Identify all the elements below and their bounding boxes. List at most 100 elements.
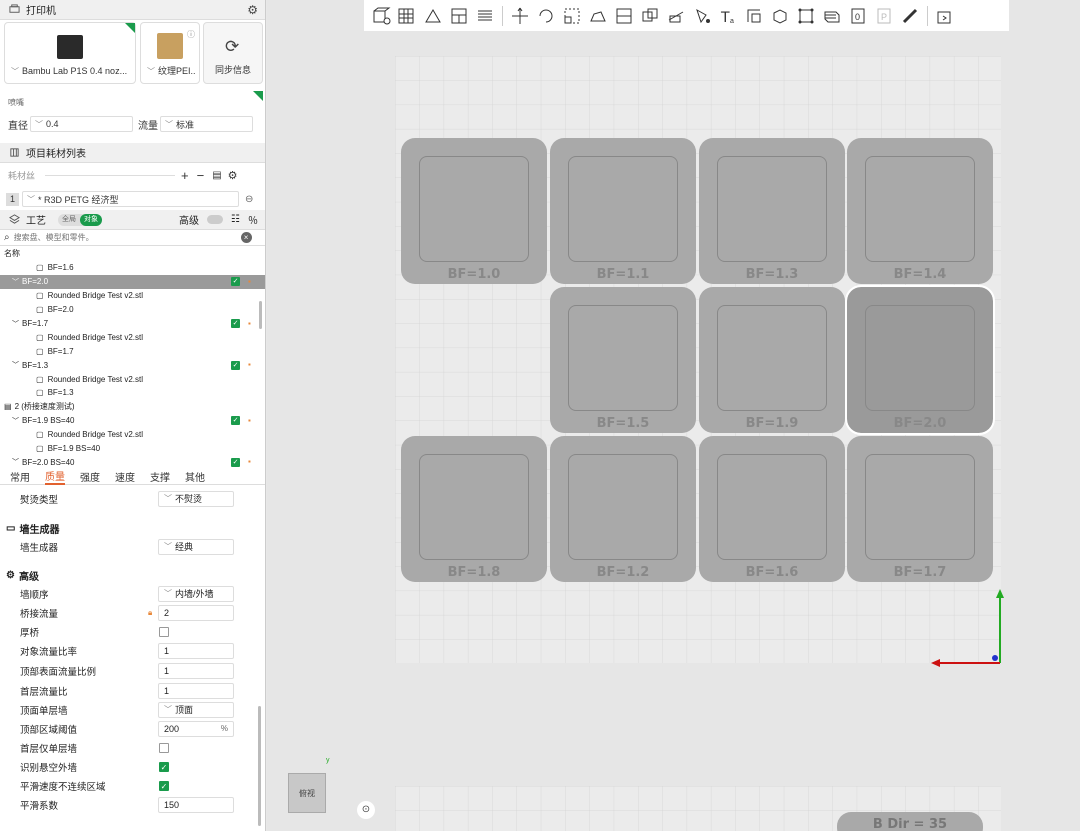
lock-icon[interactable]: ▪ xyxy=(248,458,256,466)
chevron-down-icon[interactable]: ﹀ xyxy=(12,457,19,467)
bridge-flow-input[interactable]: 2 xyxy=(158,604,234,621)
thick-bridge-checkbox[interactable] xyxy=(159,626,169,637)
add-cube-icon[interactable] xyxy=(370,5,392,27)
object-list-item[interactable]: ▢ Rounded Bridge Test v2.stl xyxy=(0,372,265,386)
plate-object[interactable]: BF=1.4 xyxy=(847,138,993,284)
printer-section-header[interactable]: 打印机 ⚙ xyxy=(0,0,265,20)
chevron-down-icon[interactable]: ﹀ xyxy=(12,360,19,370)
object-list-item[interactable]: ﹀ BF=1.3 ✓ ▪ xyxy=(0,358,265,372)
tab-5[interactable]: 其他 xyxy=(185,469,205,484)
filament-section-header[interactable]: 项目耗材列表 xyxy=(0,143,265,163)
add-filament-button[interactable]: + xyxy=(181,168,189,183)
filament-remove-icon[interactable]: ⊖ xyxy=(245,194,253,205)
list-icon[interactable]: ☷ xyxy=(231,214,240,225)
object-list-item[interactable]: ▢ Rounded Bridge Test v2.stl xyxy=(0,289,265,303)
visible-checkbox[interactable]: ✓ xyxy=(231,416,240,426)
boolean-icon[interactable] xyxy=(639,5,661,27)
plate-object[interactable]: BF=1.9 xyxy=(699,287,845,433)
filament-select[interactable]: ﹀ * R3D PETG 经济型 xyxy=(22,191,239,207)
lock-icon[interactable]: ▪ xyxy=(248,277,256,286)
advanced-switch[interactable] xyxy=(207,215,224,224)
paint-icon[interactable] xyxy=(691,5,713,27)
tab-0[interactable]: 常用 xyxy=(10,469,30,484)
cut-icon[interactable] xyxy=(665,5,687,27)
visible-checkbox[interactable]: ✓ xyxy=(231,277,240,287)
lay-on-face-icon[interactable] xyxy=(587,5,609,27)
smooth-coef-input[interactable]: 150 xyxy=(158,796,234,813)
plate-object[interactable]: BF=1.8 xyxy=(401,436,547,582)
ruler-icon[interactable] xyxy=(899,5,921,27)
view-cube-face[interactable]: 俯视 xyxy=(288,773,326,813)
plate-card[interactable]: ⓘ ﹀ 纹理PEI... xyxy=(140,22,200,84)
split-icon[interactable] xyxy=(613,5,635,27)
diameter-select[interactable]: ﹀ 0.4 xyxy=(30,116,133,132)
tab-1[interactable]: 质量 xyxy=(45,468,65,485)
object-list-item[interactable]: ﹀ BF=2.0 BS=40 ✓ ▪ xyxy=(0,455,265,468)
params-scrollbar[interactable] xyxy=(258,706,261,826)
fit-icon[interactable] xyxy=(795,5,817,27)
tab-3[interactable]: 速度 xyxy=(115,469,135,484)
clear-search-icon[interactable]: × xyxy=(240,232,252,243)
placeholder-icon[interactable]: P xyxy=(873,5,895,27)
top-surface-flow-input[interactable]: 1 xyxy=(158,662,234,679)
layers-icon[interactable] xyxy=(474,5,496,27)
plate-object[interactable]: BF=1.7 xyxy=(847,436,993,582)
lock-icon[interactable]: ▪ xyxy=(248,416,256,425)
top-one-wall-select[interactable]: ﹀ 顶面 xyxy=(158,701,234,718)
global-object-toggle[interactable]: 全局 对象 xyxy=(58,213,102,226)
assembly-icon[interactable] xyxy=(934,5,956,27)
tab-4[interactable]: 支撑 xyxy=(150,469,170,484)
object-list-item[interactable]: ▢ BF=1.7 xyxy=(0,344,265,358)
slice-icon[interactable] xyxy=(821,5,843,27)
plate-object[interactable]: BF=1.0 xyxy=(401,138,547,284)
object-list-item[interactable]: ﹀ BF=2.0 ✓ ▪ xyxy=(0,274,265,289)
grid-icon[interactable] xyxy=(396,5,418,27)
toggle-global[interactable]: 全局 xyxy=(58,214,80,226)
ironing-type-select[interactable]: ﹀ 不熨烫 xyxy=(158,490,234,507)
move-icon[interactable] xyxy=(509,5,531,27)
text-icon[interactable]: Ta xyxy=(717,5,739,27)
zero-icon[interactable]: 0 xyxy=(847,5,869,27)
object-list-item[interactable]: ﹀ BF=1.7 ✓ ▪ xyxy=(0,317,265,331)
chevron-down-icon[interactable]: ﹀ xyxy=(12,416,19,426)
object-list-item[interactable]: ▢ BF=2.0 xyxy=(0,303,265,317)
info-icon[interactable]: ⓘ xyxy=(187,29,195,40)
fit-view-icon[interactable]: ⊙ xyxy=(357,801,375,819)
view-cube[interactable]: 俯视 y xyxy=(288,757,334,815)
first-layer-one-wall-checkbox[interactable] xyxy=(159,742,169,753)
emboss-icon[interactable] xyxy=(743,5,765,27)
object-list-item[interactable]: ▢ Rounded Bridge Test v2.stl xyxy=(0,428,265,442)
top-area-threshold-input[interactable]: 200% xyxy=(158,720,234,737)
3d-viewport[interactable]: Ta0P BF=1.0 BF=1.1 BF=1.3 BF=1.4 BF=1.5 BF=1.… xyxy=(267,0,1080,831)
search-input[interactable] xyxy=(13,233,239,242)
detect-overhang-checkbox[interactable]: ✓ xyxy=(159,761,169,772)
wall-generator-select[interactable]: ﹀ 经典 xyxy=(158,538,234,555)
scale-icon[interactable] xyxy=(561,5,583,27)
plate-object[interactable]: BF=2.0 xyxy=(845,285,995,435)
chevron-down-icon[interactable]: ﹀ xyxy=(12,319,19,329)
object-list-item[interactable]: ▢ BF=1.6 xyxy=(0,261,265,275)
plate-object[interactable]: BF=1.6 xyxy=(699,436,845,582)
toggle-object[interactable]: 对象 xyxy=(80,213,102,226)
lock-icon[interactable]: ▪ xyxy=(248,361,256,369)
visible-checkbox[interactable]: ✓ xyxy=(231,319,240,328)
visible-checkbox[interactable]: ✓ xyxy=(231,360,240,370)
gear-icon[interactable]: ⚙ xyxy=(247,3,258,17)
filament-settings-icon[interactable]: ▤ xyxy=(212,170,221,181)
remove-filament-button[interactable]: − xyxy=(197,168,205,183)
gear-icon[interactable]: ⚙ xyxy=(228,169,238,182)
printer-card[interactable]: ﹀ Bambu Lab P1S 0.4 noz... xyxy=(4,22,136,84)
rotate-icon[interactable] xyxy=(535,5,557,27)
smooth-speed-checkbox[interactable]: ✓ xyxy=(159,780,169,791)
measure-cube-icon[interactable] xyxy=(769,5,791,27)
chevron-down-icon[interactable]: ﹀ xyxy=(12,277,19,287)
object-list-item[interactable]: ▢ BF=1.9 BS=40 xyxy=(0,442,265,456)
object-list-item[interactable]: ▤ 2 (桥接速度测试) xyxy=(0,400,265,414)
plate-object[interactable]: BF=1.2 xyxy=(550,436,696,582)
object-list-scrollbar[interactable] xyxy=(259,301,262,329)
first-layer-flow-input[interactable]: 1 xyxy=(158,682,234,699)
wall-order-select[interactable]: ﹀ 内墙/外墙 xyxy=(158,585,234,602)
lock-icon[interactable]: ▪ xyxy=(248,319,256,328)
visible-checkbox[interactable]: ✓ xyxy=(231,457,240,467)
object-flow-input[interactable]: 1 xyxy=(158,642,234,659)
